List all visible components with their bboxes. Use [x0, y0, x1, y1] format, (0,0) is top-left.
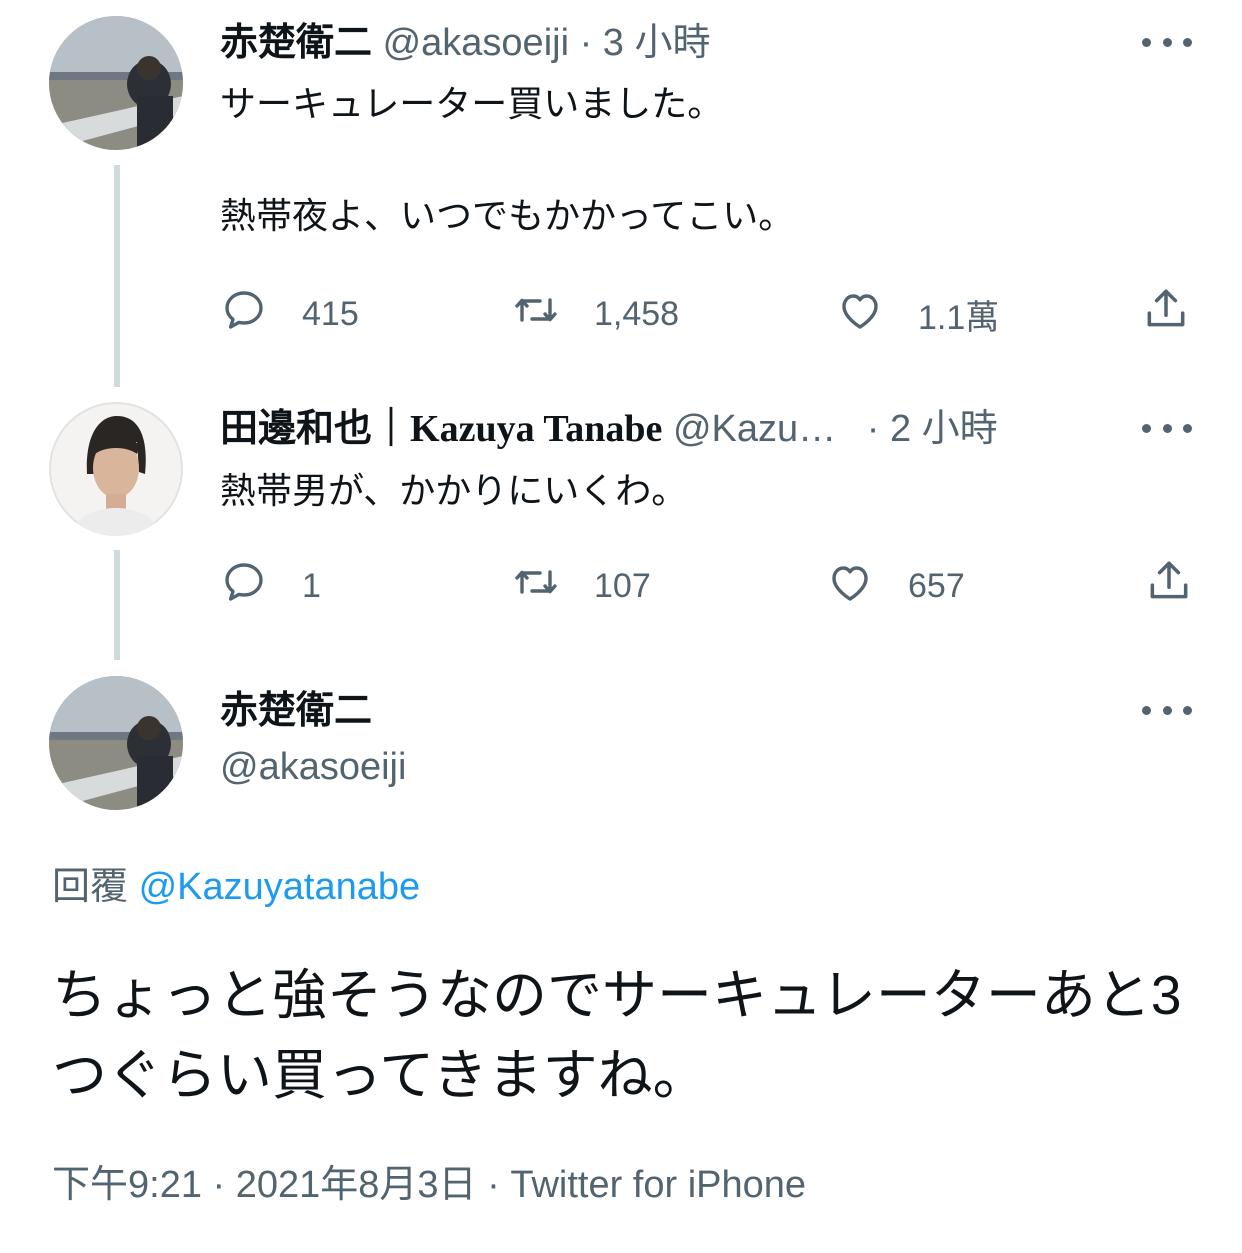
more-icon[interactable]: [1142, 700, 1192, 720]
retweet-count: 107: [594, 567, 651, 605]
display-name[interactable]: 田邊和也｜: [220, 408, 410, 450]
like-button[interactable]: 657: [826, 558, 965, 615]
tweet-meta: 下午9:21 · 2021年8月3日 · Twitter for iPhone: [52, 1160, 806, 1210]
main-author-name: 赤楚衛二: [220, 686, 372, 736]
user-handle[interactable]: @akasoeiji: [383, 22, 569, 64]
tweet-time[interactable]: 2 小時: [890, 408, 998, 450]
thread-connector: [114, 550, 120, 660]
tweet-header: 赤楚衛二 @akasoeiji · 3 小時: [220, 18, 711, 68]
more-icon[interactable]: [1142, 32, 1192, 52]
retweet-icon: [512, 558, 560, 615]
separator-dot: ·: [212, 1164, 226, 1206]
tweet-text: 熱帯男が、かかりにいくわ。: [220, 470, 688, 511]
reply-button[interactable]: 415: [220, 286, 359, 343]
avatar[interactable]: [49, 676, 183, 810]
separator-dot: ·: [866, 408, 880, 450]
like-icon: [826, 558, 874, 615]
thread-connector: [114, 165, 120, 387]
avatar[interactable]: [49, 402, 183, 536]
like-count: 657: [908, 567, 965, 605]
reply-to-label: 回覆: [52, 866, 129, 908]
main-author-handle[interactable]: @akasoeiji: [220, 742, 406, 792]
reply-count: 1: [302, 567, 321, 605]
reply-button[interactable]: 1: [220, 558, 321, 615]
reply-icon: [220, 558, 268, 615]
like-icon: [836, 286, 884, 343]
retweet-icon: [512, 286, 560, 343]
retweet-count: 1,458: [594, 295, 680, 333]
tweet-header: 田邊和也｜Kazuya Tanabe @Kazu… · 2 小時: [220, 404, 998, 454]
share-icon: [1141, 289, 1191, 338]
tweet-timestamp[interactable]: 下午9:21: [52, 1164, 202, 1206]
tweet-source[interactable]: Twitter for iPhone: [510, 1164, 806, 1206]
retweet-button[interactable]: 1,458: [512, 286, 679, 343]
display-name[interactable]: 赤楚衛二: [220, 22, 372, 64]
tweet-time[interactable]: 3 小時: [603, 22, 711, 64]
more-icon[interactable]: [1142, 418, 1192, 438]
reply-to-link[interactable]: @Kazuyatanabe: [139, 866, 421, 908]
separator-dot: ·: [487, 1164, 500, 1206]
separator-dot: ·: [579, 22, 593, 64]
tweet-text: サーキュレーター買いました。 熱帯夜よ、いつでもかかってこい。: [220, 83, 795, 236]
display-name-latin[interactable]: Kazuya Tanabe: [410, 408, 662, 450]
display-name[interactable]: 赤楚衛二: [220, 690, 372, 732]
retweet-button[interactable]: 107: [512, 558, 651, 615]
tweet-date[interactable]: 2021年8月3日: [236, 1164, 477, 1206]
share-button[interactable]: [1144, 556, 1194, 611]
like-button[interactable]: 1.1萬: [836, 286, 999, 343]
user-handle[interactable]: @Kazu…: [673, 408, 836, 450]
like-count: 1.1萬: [918, 299, 1000, 337]
reply-to-line: 回覆 @Kazuyatanabe: [52, 862, 420, 912]
reply-count: 415: [302, 295, 359, 333]
reply-icon: [220, 286, 268, 343]
share-icon: [1144, 561, 1194, 610]
share-button[interactable]: [1141, 284, 1191, 339]
main-tweet-text: ちょっと強そうなのでサーキュレーターあと3つぐらい買ってきますね。: [52, 964, 1182, 1106]
avatar[interactable]: [49, 16, 183, 150]
